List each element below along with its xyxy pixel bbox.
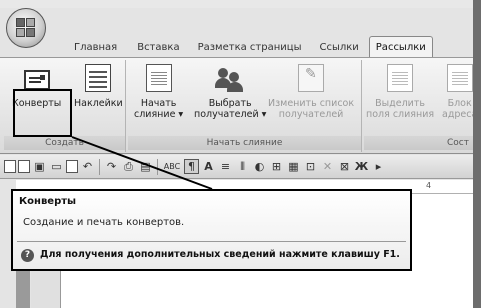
- start-merge-label-2: слияние ▾: [134, 109, 184, 120]
- ruler-mark: 4: [426, 181, 432, 190]
- more-icon[interactable]: ▸: [371, 159, 386, 174]
- zoom-icon[interactable]: ⊡: [303, 159, 318, 174]
- edit-recipients-label-1: Изменить список: [268, 98, 355, 109]
- table-icon[interactable]: ⊞: [269, 159, 284, 174]
- bold-icon[interactable]: Ж: [354, 159, 369, 174]
- edit-recipients-label-2: получателей: [278, 109, 344, 120]
- group-fields-label: Сост: [364, 136, 473, 150]
- window-icon[interactable]: ▭: [49, 159, 64, 174]
- pilcrow-icon[interactable]: ¶: [184, 159, 199, 174]
- select-recipients-label-2: получателей ▾: [194, 109, 267, 120]
- separator: [157, 158, 158, 175]
- columns-icon[interactable]: ⫴: [235, 159, 250, 174]
- group-fields: Выделить поля слияния Блок адреса Сост: [364, 60, 477, 152]
- window-frame-top: [0, 0, 481, 8]
- spelling-icon[interactable]: ABC: [162, 159, 182, 174]
- labels-button[interactable]: Наклейки: [74, 64, 123, 109]
- tab-page-layout[interactable]: Разметка страницы: [192, 38, 308, 58]
- envelope-icon: [23, 70, 50, 90]
- highlight-fields-icon: [387, 64, 414, 92]
- window-frame-right: [473, 0, 481, 308]
- group-start-merge-label: Начать слияние: [128, 136, 361, 150]
- ribbon-tabs: Главная Вставка Разметка страницы Ссылки…: [48, 36, 473, 58]
- labels-label: Наклейки: [74, 98, 123, 109]
- font-color-icon[interactable]: A: [201, 159, 216, 174]
- save-icon[interactable]: ▣: [32, 159, 47, 174]
- office-logo-icon: [15, 17, 37, 39]
- tab-insert[interactable]: Вставка: [131, 38, 185, 58]
- address-block-label-1: Блок: [447, 98, 472, 109]
- tab-references[interactable]: Ссылки: [313, 38, 364, 58]
- highlight-fields-label-1: Выделить: [375, 98, 425, 109]
- shapes-icon[interactable]: ◐: [252, 159, 267, 174]
- address-block-icon: [446, 64, 473, 92]
- redo-icon[interactable]: ↷: [104, 159, 119, 174]
- highlight-fields-button[interactable]: Выделить поля слияния: [366, 64, 434, 120]
- print-preview-icon[interactable]: ⎙: [121, 159, 136, 174]
- quick-access-toolbar: ▣ ▭ ↶ ↷ ⎙ ▤ ABC ¶ A ≡ ⫴ ◐ ⊞ ▦ ⊡ ✕ ⊠ Ж ▸: [0, 155, 473, 179]
- envelopes-highlight-box: [13, 89, 72, 137]
- separator: [99, 158, 100, 175]
- group-start-merge: Начать слияние ▾ Выбрать получателей ▾ И…: [128, 60, 362, 152]
- picture-icon[interactable]: ▦: [286, 159, 301, 174]
- print-icon[interactable]: ▤: [138, 159, 153, 174]
- tooltip: Конверты Создание и печать конвертов. ? …: [11, 189, 412, 271]
- start-merge-label-1: Начать: [140, 98, 177, 109]
- start-merge-button[interactable]: Начать слияние ▾: [134, 64, 183, 120]
- group-create-label: Создать: [4, 136, 125, 150]
- undo-icon[interactable]: ↶: [80, 159, 95, 174]
- tab-spacer: [48, 38, 68, 58]
- highlight-fields-label-2: поля слияния: [366, 109, 435, 120]
- select-recipients-button[interactable]: Выбрать получателей ▾: [194, 64, 266, 120]
- open-icon[interactable]: [18, 160, 30, 173]
- page-icon[interactable]: [66, 160, 78, 173]
- tooltip-help-text: Для получения дополнительных сведений на…: [40, 249, 400, 260]
- labels-icon: [85, 64, 112, 92]
- chart-icon[interactable]: ⊠: [337, 159, 352, 174]
- edit-list-icon: [298, 64, 325, 92]
- tab-mailings[interactable]: Рассылки: [368, 36, 433, 58]
- tooltip-description: Создание и печать конвертов.: [23, 217, 185, 228]
- select-recipients-label-1: Выбрать: [208, 98, 252, 109]
- tooltip-title: Конверты: [19, 196, 77, 207]
- tab-home[interactable]: Главная: [68, 38, 123, 58]
- office-button[interactable]: [6, 8, 46, 48]
- recipients-icon: [215, 64, 245, 92]
- help-icon: ?: [21, 249, 34, 262]
- edit-recipients-button[interactable]: Изменить список получателей: [268, 64, 354, 120]
- align-icon[interactable]: ≡: [218, 159, 233, 174]
- close-icon[interactable]: ✕: [320, 159, 335, 174]
- tooltip-divider: [17, 241, 406, 242]
- new-doc-icon[interactable]: [4, 160, 16, 173]
- document-icon: [145, 64, 172, 92]
